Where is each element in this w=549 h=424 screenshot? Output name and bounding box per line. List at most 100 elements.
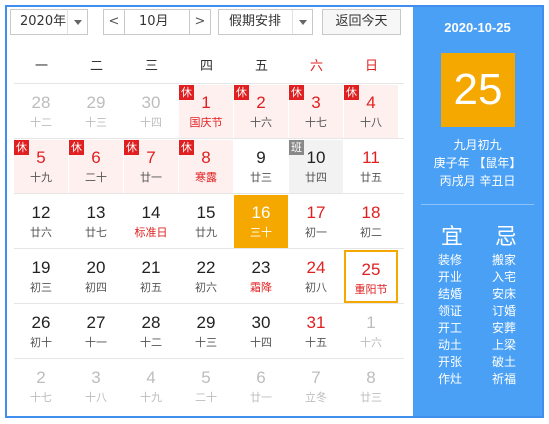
yi-item: 开张 — [437, 355, 462, 369]
lunar-label: 廿七 — [85, 226, 107, 239]
next-month-button[interactable]: > — [189, 9, 211, 35]
day-cell[interactable]: 25 重阳节 — [344, 250, 398, 303]
day-number: 26 — [31, 313, 51, 332]
lunar-label: 寒露 — [195, 171, 217, 184]
day-number: 6 — [91, 148, 101, 167]
day-cell[interactable]: 6 廿一 — [234, 360, 288, 413]
lunar-label: 廿一 — [140, 171, 162, 184]
day-cell[interactable]: 5 二十 — [179, 360, 233, 413]
day-cell[interactable]: 休 8 寒露 — [179, 140, 233, 193]
day-cell[interactable]: 30 十四 — [124, 85, 178, 138]
day-cell[interactable]: 休 6 二十 — [69, 140, 123, 193]
weekday-header: 六 — [309, 59, 323, 74]
day-cell[interactable]: 休 4 十八 — [344, 85, 398, 138]
lunar-label: 初六 — [195, 281, 217, 294]
day-cell[interactable]: 7 立冬 — [289, 360, 343, 413]
lunar-label: 廿三 — [360, 391, 382, 404]
day-number: 3 — [91, 368, 101, 387]
day-cell[interactable]: 3 十八 — [69, 360, 123, 413]
day-number: 21 — [141, 258, 161, 277]
lunar-label: 十九 — [30, 171, 52, 184]
day-number: 31 — [306, 313, 326, 332]
day-cell[interactable]: 27 十一 — [69, 305, 123, 358]
day-cell[interactable]: 19 初三 — [14, 250, 68, 303]
day-cell[interactable]: 8 廿三 — [344, 360, 398, 413]
day-cell[interactable]: 9 廿三 — [234, 140, 288, 193]
lunar-label: 十四 — [250, 336, 272, 349]
prev-month-button[interactable]: < — [103, 9, 125, 35]
day-number: 28 — [141, 313, 161, 332]
lunar-label: 立冬 — [305, 391, 327, 404]
day-cell[interactable]: 4 十九 — [124, 360, 178, 413]
lunar-label: 十八 — [360, 116, 382, 129]
row-divider — [14, 83, 404, 84]
day-number: 8 — [201, 148, 211, 167]
day-cell[interactable]: 30 十四 — [234, 305, 288, 358]
day-cell[interactable]: 班 10 廿四 — [289, 140, 343, 193]
lunar-label: 廿六 — [30, 226, 52, 239]
day-cell[interactable]: 14 标准日 — [124, 195, 178, 248]
day-number: 4 — [146, 368, 156, 387]
lunar-label: 标准日 — [134, 226, 168, 239]
lunar-label: 十二 — [140, 336, 162, 349]
day-number: 2 — [36, 368, 46, 387]
lunar-label: 廿九 — [195, 226, 217, 239]
day-number: 29 — [86, 93, 106, 112]
lunar-label: 二十 — [85, 171, 107, 184]
day-number: 24 — [306, 258, 326, 277]
day-number: 23 — [251, 258, 271, 277]
yi-title: 宜 — [440, 225, 463, 250]
yi-item: 装修 — [437, 253, 462, 267]
year-select-value: 2020年 — [20, 14, 67, 29]
holiday-select-value: 假期安排 — [229, 14, 282, 29]
holiday-select[interactable]: 假期安排 — [218, 9, 313, 35]
day-cell[interactable]: 18 初二 — [344, 195, 398, 248]
year-select[interactable]: 2020年 — [10, 9, 88, 35]
day-cell[interactable]: 11 廿五 — [344, 140, 398, 193]
day-cell[interactable]: 13 廿七 — [69, 195, 123, 248]
day-cell[interactable]: 23 霜降 — [234, 250, 288, 303]
day-cell[interactable]: 21 初五 — [124, 250, 178, 303]
lunar-label: 初二 — [360, 226, 382, 239]
month-select[interactable]: 10月 — [124, 9, 190, 35]
day-number: 1 — [201, 93, 211, 112]
day-cell[interactable]: 休 7 廿一 — [124, 140, 178, 193]
lunar-label: 十七 — [30, 391, 52, 404]
day-cell[interactable]: 31 十五 — [289, 305, 343, 358]
day-cell[interactable]: 1 十六 — [344, 305, 398, 358]
day-cell[interactable]: 12 廿六 — [14, 195, 68, 248]
lunar-label: 三十 — [250, 226, 272, 239]
ji-item: 破土 — [491, 355, 516, 369]
day-cell[interactable]: 29 十三 — [179, 305, 233, 358]
day-cell[interactable]: 29 十三 — [69, 85, 123, 138]
lunar-label: 初八 — [305, 281, 327, 294]
day-cell[interactable]: 22 初六 — [179, 250, 233, 303]
day-number: 4 — [366, 93, 376, 112]
day-cell[interactable]: 28 十二 — [14, 85, 68, 138]
day-number: 15 — [196, 203, 216, 222]
day-cell[interactable]: 2 十七 — [14, 360, 68, 413]
day-cell[interactable]: 17 初一 — [289, 195, 343, 248]
row-divider — [14, 248, 404, 249]
day-cell[interactable]: 休 3 十七 — [289, 85, 343, 138]
month-select-value: 10月 — [139, 14, 169, 29]
day-cell[interactable]: 24 初八 — [289, 250, 343, 303]
day-cell[interactable]: 休 2 十六 — [234, 85, 288, 138]
day-cell[interactable]: 休 5 十九 — [14, 140, 68, 193]
back-to-today-button[interactable]: 返回今天 — [322, 9, 401, 35]
day-cell[interactable]: 16 三十 — [234, 195, 288, 248]
lunar-label: 十一 — [85, 336, 107, 349]
weekday-header: 四 — [199, 59, 213, 74]
lunar-label: 十八 — [85, 391, 107, 404]
day-number: 13 — [86, 203, 106, 222]
day-cell[interactable]: 20 初四 — [69, 250, 123, 303]
day-cell[interactable]: 休 1 国庆节 — [179, 85, 233, 138]
day-cell[interactable]: 26 初十 — [14, 305, 68, 358]
lunar-label: 廿四 — [305, 171, 327, 184]
day-detail-panel: 2020-10-25 25 九月初九 庚子年 【鼠年】 丙戌月 辛丑日 宜 忌 … — [413, 7, 542, 416]
day-number: 5 — [36, 148, 46, 167]
lunar-label: 初三 — [30, 281, 52, 294]
day-cell[interactable]: 15 廿九 — [179, 195, 233, 248]
day-cell[interactable]: 28 十二 — [124, 305, 178, 358]
day-number: 10 — [306, 148, 326, 167]
